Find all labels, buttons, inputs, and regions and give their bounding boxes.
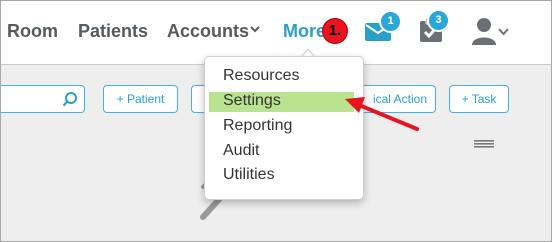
user-avatar-icon[interactable] (471, 17, 497, 45)
menu-item-reporting[interactable]: Reporting (223, 117, 292, 135)
task-count-badge: 3 (427, 9, 450, 32)
mail-count-badge: 1 (379, 10, 402, 33)
user-menu-chevron-icon[interactable] (498, 27, 509, 36)
add-task-button[interactable]: + Task (449, 85, 509, 113)
add-patient-button[interactable]: + Patient (103, 85, 178, 113)
chevron-down-icon (250, 26, 260, 33)
search-icon[interactable] (62, 91, 78, 107)
top-navigation: Room Patients Accounts More 1 3 1. (1, 1, 551, 64)
nav-accounts-label: Accounts (167, 21, 250, 41)
menu-item-resources[interactable]: Resources (223, 67, 299, 85)
nav-room[interactable]: Room (7, 21, 58, 42)
step-callout-badge: 1. (323, 19, 347, 43)
app-window: Room Patients Accounts More 1 3 1. + Pat… (0, 0, 552, 242)
nav-patients[interactable]: Patients (78, 21, 148, 42)
menu-item-audit[interactable]: Audit (223, 142, 259, 160)
menu-item-settings[interactable]: Settings (209, 92, 354, 112)
nav-more[interactable]: More (283, 21, 326, 42)
more-dropdown-menu: Resources Settings Reporting Audit Utili… (204, 56, 364, 200)
nav-accounts[interactable]: Accounts (167, 21, 260, 42)
annotation-arrow-icon (345, 97, 419, 131)
hamburger-menu-icon[interactable] (474, 140, 494, 148)
menu-item-utilities[interactable]: Utilities (223, 166, 275, 184)
search-input[interactable] (1, 85, 85, 113)
